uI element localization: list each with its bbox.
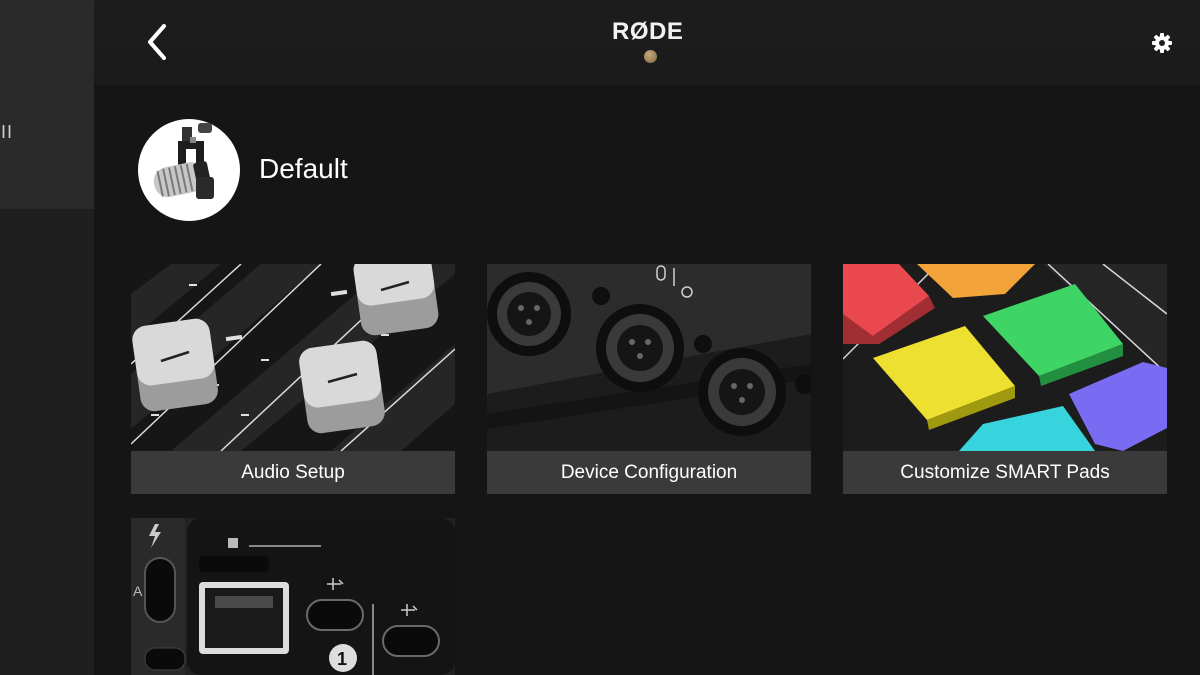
tile-label: Customize SMART Pads	[843, 451, 1167, 494]
connection-status-dot	[644, 50, 657, 63]
device-configuration-tile[interactable]: Device Configuration	[487, 264, 811, 494]
sidebar-item-active[interactable]: II	[0, 0, 94, 209]
customize-smart-pads-tile[interactable]: Customize SMART Pads	[843, 264, 1167, 494]
profile-avatar[interactable]	[138, 119, 240, 221]
sidebar-item-label: II	[1, 122, 14, 142]
connectivity-tile[interactable]: A 1	[131, 518, 455, 675]
profile-name: Default	[259, 153, 348, 184]
smart-pads-image	[843, 264, 1167, 451]
gear-icon	[1152, 33, 1172, 53]
rode-logo: RØDE	[612, 18, 684, 45]
settings-button[interactable]	[1150, 31, 1174, 55]
fader-image	[131, 264, 455, 451]
tile-label: Audio Setup	[131, 451, 455, 494]
svg-text:1: 1	[337, 649, 347, 669]
svg-text:A: A	[133, 583, 143, 599]
tile-label: Device Configuration	[487, 451, 811, 494]
top-bar: RØDE	[94, 0, 1200, 87]
chevron-left-icon	[148, 24, 166, 60]
xlr-ports-image	[487, 264, 811, 451]
rear-panel-image: A 1	[131, 518, 455, 675]
back-button[interactable]	[138, 20, 178, 64]
profile-header: Default	[138, 119, 538, 221]
microphone-icon	[153, 123, 214, 199]
audio-setup-tile[interactable]: Audio Setup	[131, 264, 455, 494]
sidebar: II	[0, 0, 94, 675]
